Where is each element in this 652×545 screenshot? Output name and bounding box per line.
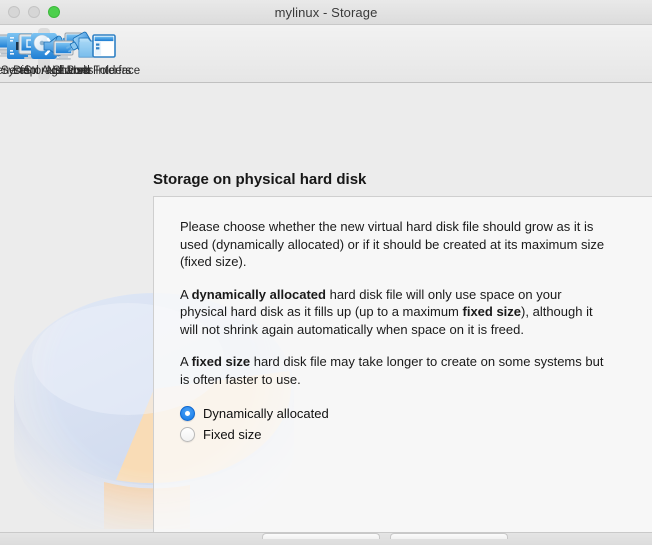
window-layout-icon <box>88 30 120 62</box>
radio-fixed-size-indicator[interactable] <box>180 426 195 442</box>
radio-option-dynamically-allocated[interactable]: Dynamically allocated <box>180 403 608 423</box>
fixed-size-paragraph: A fixed size hard disk file may take lon… <box>180 354 604 387</box>
radio-fixed-size-label: Fixed size <box>203 426 262 442</box>
radio-dynamically-allocated-label: Dynamically allocated <box>203 405 329 421</box>
dynamic-allocation-paragraph: A dynamically allocated hard disk file w… <box>180 286 593 337</box>
radio-dynamically-allocated-indicator[interactable] <box>180 405 195 421</box>
background-window-button-right <box>390 533 508 539</box>
disk-allocation-radio-group: Dynamically allocated Fixed size <box>180 403 608 444</box>
minimize-window-icon[interactable] <box>28 6 40 18</box>
page-title: Storage on physical hard disk <box>153 171 367 188</box>
settings-toolbar: General System <box>0 25 652 83</box>
background-window-edge <box>0 532 652 545</box>
background-window-button-left <box>262 533 380 539</box>
storage-settings-window: mylinux - Storage General <box>0 0 652 545</box>
intro-paragraph: Please choose whether the new virtual ha… <box>180 219 605 269</box>
radio-option-fixed-size[interactable]: Fixed size <box>180 424 608 444</box>
window-title: mylinux - Storage <box>274 4 378 20</box>
zoom-window-icon[interactable] <box>48 6 60 18</box>
wizard-content-panel: Please choose whether the new virtual ha… <box>153 196 652 545</box>
tab-user-interface-label: User Interface <box>67 65 141 77</box>
window-titlebar: mylinux - Storage <box>0 0 652 25</box>
traffic-light-group <box>8 6 60 18</box>
settings-body: Storage on physical hard disk Please cho… <box>0 83 652 545</box>
close-window-icon[interactable] <box>8 6 20 18</box>
tab-user-interface[interactable]: User Interface <box>68 28 140 80</box>
